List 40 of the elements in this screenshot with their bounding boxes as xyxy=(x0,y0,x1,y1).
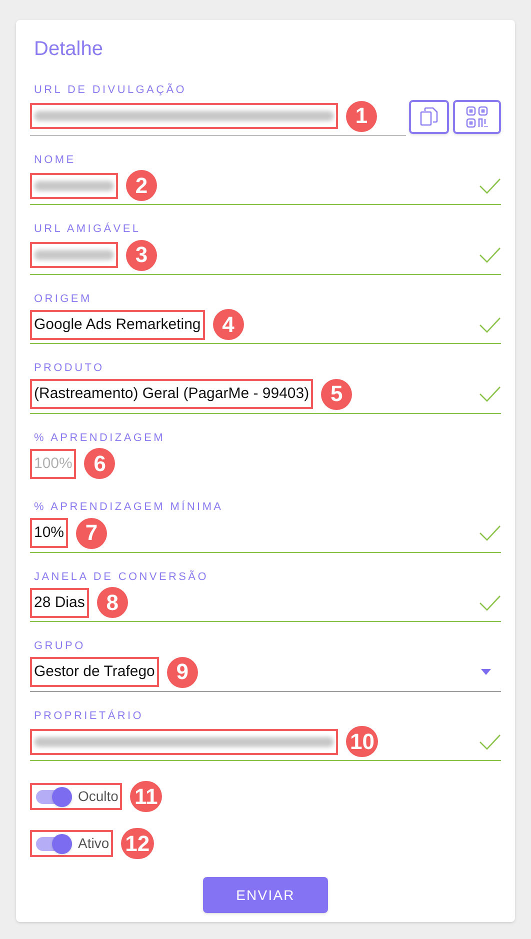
submit-button[interactable]: ENVIAR xyxy=(203,877,328,913)
toggle-switch[interactable] xyxy=(36,836,72,850)
field-label: PROPRIETÁRIO xyxy=(33,708,145,724)
field-label: ORIGEM xyxy=(33,292,93,306)
number-marker: 11 xyxy=(130,781,162,812)
number-marker: 1 xyxy=(346,100,377,132)
check-icon xyxy=(479,247,501,263)
card-title: Detalhe xyxy=(33,37,104,62)
number-marker: 3 xyxy=(126,240,157,270)
check-icon xyxy=(479,734,501,750)
toggle-label: Oculto xyxy=(78,787,118,806)
toggle-label: Ativo xyxy=(78,834,110,853)
field-label: JANELA DE CONVERSÃO xyxy=(33,569,210,584)
number-marker: 8 xyxy=(96,587,128,618)
check-icon xyxy=(479,316,501,332)
number-marker: 2 xyxy=(126,170,157,201)
number-marker: 12 xyxy=(121,828,154,859)
qr-code-icon xyxy=(466,106,488,128)
copy-button[interactable] xyxy=(409,100,449,134)
number-marker: 10 xyxy=(346,726,378,757)
toggle-switch[interactable] xyxy=(36,790,72,804)
field-label: URL AMIGÁVEL xyxy=(33,222,142,237)
check-icon xyxy=(479,386,501,402)
number-marker: 4 xyxy=(212,309,244,340)
field-label: GRUPO xyxy=(33,639,86,654)
number-marker: 9 xyxy=(166,656,198,688)
field-label: % APRENDIZAGEM xyxy=(33,430,166,446)
dropdown-arrow-icon[interactable] xyxy=(481,669,491,675)
field-label: PRODUTO xyxy=(33,361,106,376)
check-icon xyxy=(479,594,501,610)
field-label: URL DE DIVULGAÇÃO xyxy=(33,82,188,98)
check-icon xyxy=(479,525,501,541)
field-label: % APRENDIZAGEM MÍNIMA xyxy=(33,500,224,515)
check-icon xyxy=(479,178,501,194)
number-marker: 7 xyxy=(76,518,108,548)
copy-icon xyxy=(420,106,438,126)
qr-code-button[interactable] xyxy=(453,100,501,134)
number-marker: 5 xyxy=(321,378,352,410)
field-label: NOME xyxy=(33,152,77,168)
number-marker: 6 xyxy=(84,448,116,479)
